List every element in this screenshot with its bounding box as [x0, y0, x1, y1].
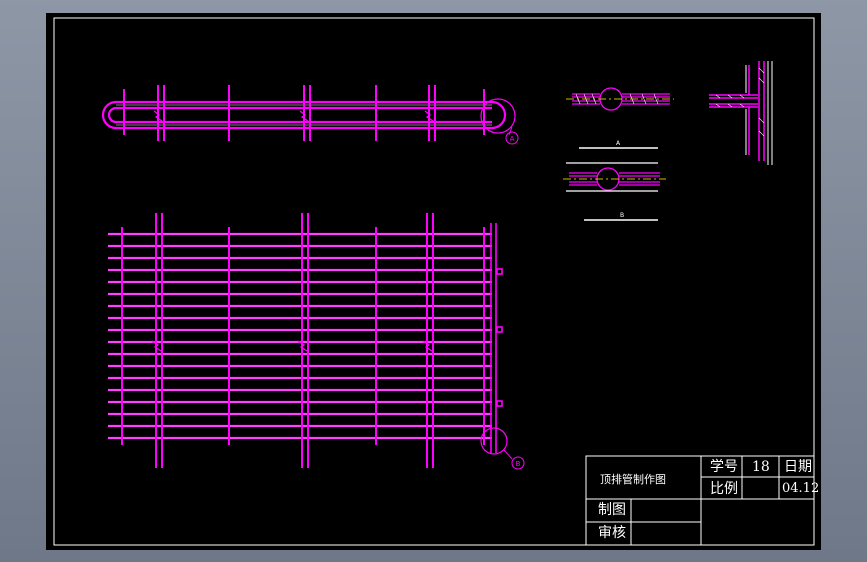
drawing-canvas: A B A B [53, 17, 815, 546]
date-value: 04.12 [782, 481, 820, 496]
student-no-label: 学号 [710, 459, 738, 475]
plan-view-pipe-grid: B [108, 213, 525, 470]
student-no-value: 18 [752, 459, 770, 475]
cad-viewport[interactable]: A B A B 顶排管制作图 学号 18 日期 比例 04.12 制图 审核 [46, 13, 821, 550]
drafter-label: 制图 [598, 502, 626, 518]
date-label: 日期 [784, 459, 812, 475]
section-a-label: A [616, 140, 621, 147]
drawing-title: 顶排管制作图 [600, 473, 666, 486]
section-a-detail: A [566, 87, 674, 149]
reviewer-label: 审核 [598, 525, 626, 541]
detail-a-label: A [510, 135, 515, 143]
top-view-pipe-coil: A [101, 85, 519, 145]
section-b-label: B [620, 212, 624, 219]
section-b-detail: B [563, 162, 666, 221]
scale-label: 比例 [710, 481, 738, 497]
detail-b-label: B [516, 460, 521, 468]
t-joint-detail [709, 61, 773, 165]
